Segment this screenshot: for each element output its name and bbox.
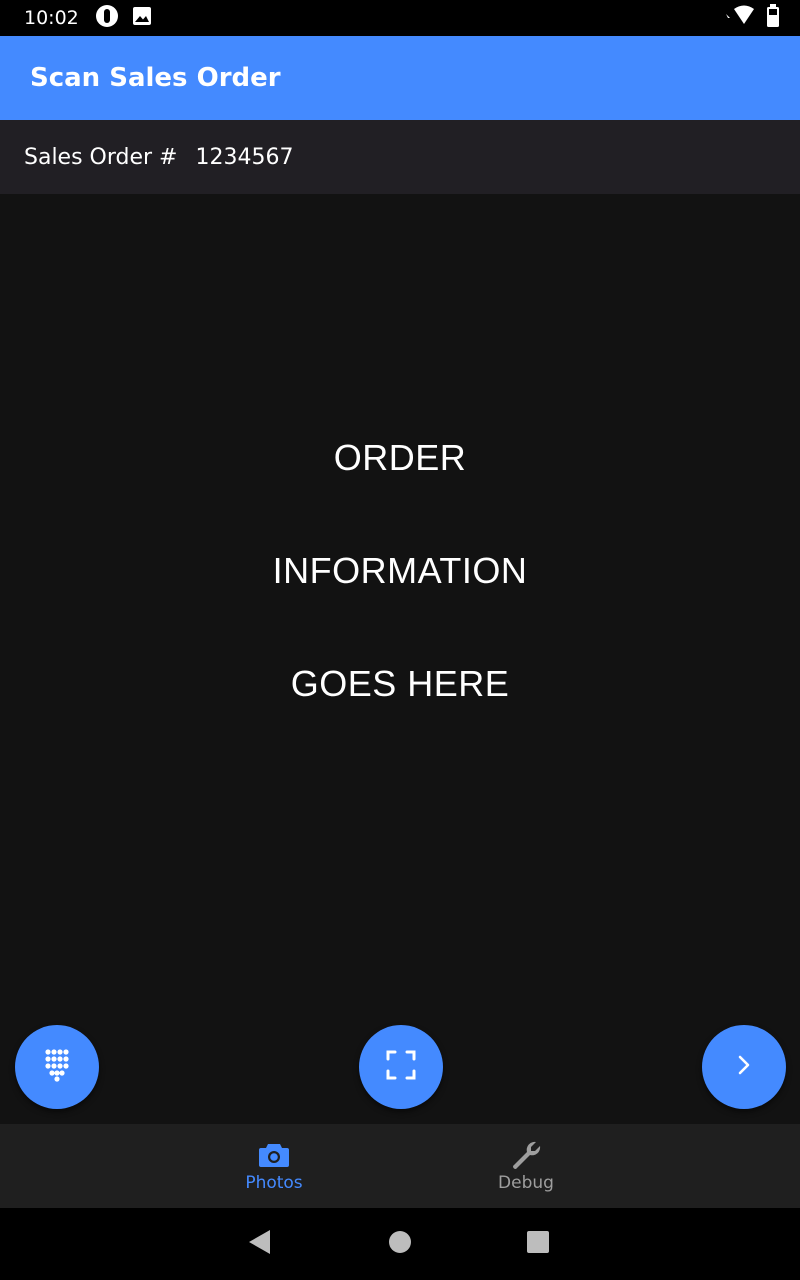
status-bar: 10:02 bbox=[0, 0, 800, 36]
chevron-right-icon bbox=[732, 1053, 756, 1082]
sales-order-row: Sales Order # 1234567 bbox=[0, 120, 800, 194]
status-time: 10:02 bbox=[24, 7, 79, 29]
app-bar: Scan Sales Order bbox=[0, 36, 800, 120]
tab-debug-label: Debug bbox=[498, 1173, 554, 1193]
tab-debug[interactable]: Debug bbox=[466, 1124, 586, 1208]
order-information-area: ORDER INFORMATION GOES HERE bbox=[0, 194, 800, 1124]
wifi-icon bbox=[724, 5, 758, 32]
scan-frame-icon bbox=[385, 1049, 417, 1086]
status-left-icons bbox=[95, 4, 153, 33]
image-icon bbox=[131, 5, 153, 32]
camera-icon bbox=[258, 1139, 290, 1171]
home-button[interactable] bbox=[386, 1230, 414, 1258]
scan-button[interactable] bbox=[359, 1025, 443, 1109]
page-title: Scan Sales Order bbox=[30, 63, 281, 93]
sales-order-number: 1234567 bbox=[195, 144, 294, 170]
home-circle-icon bbox=[388, 1230, 412, 1259]
back-triangle-icon bbox=[247, 1229, 271, 1260]
recents-button[interactable] bbox=[524, 1230, 552, 1258]
tab-photos-label: Photos bbox=[245, 1173, 303, 1193]
tab-photos[interactable]: Photos bbox=[214, 1124, 334, 1208]
sales-order-label: Sales Order # bbox=[24, 144, 178, 170]
dialpad-icon bbox=[42, 1048, 72, 1087]
battery-icon bbox=[766, 3, 780, 33]
system-navigation-bar bbox=[0, 1208, 800, 1280]
recents-square-icon bbox=[526, 1230, 550, 1259]
back-button[interactable] bbox=[245, 1229, 273, 1260]
order-info-line-2: INFORMATION bbox=[272, 550, 528, 591]
wrench-icon bbox=[510, 1139, 542, 1171]
order-info-line-1: ORDER bbox=[333, 437, 467, 478]
bottom-navigation: Photos Debug bbox=[0, 1124, 800, 1208]
keypad-button[interactable] bbox=[15, 1025, 99, 1109]
alert-icon bbox=[95, 4, 119, 33]
status-right-icons bbox=[724, 3, 780, 33]
order-info-line-3: GOES HERE bbox=[290, 663, 510, 704]
next-button[interactable] bbox=[702, 1025, 786, 1109]
